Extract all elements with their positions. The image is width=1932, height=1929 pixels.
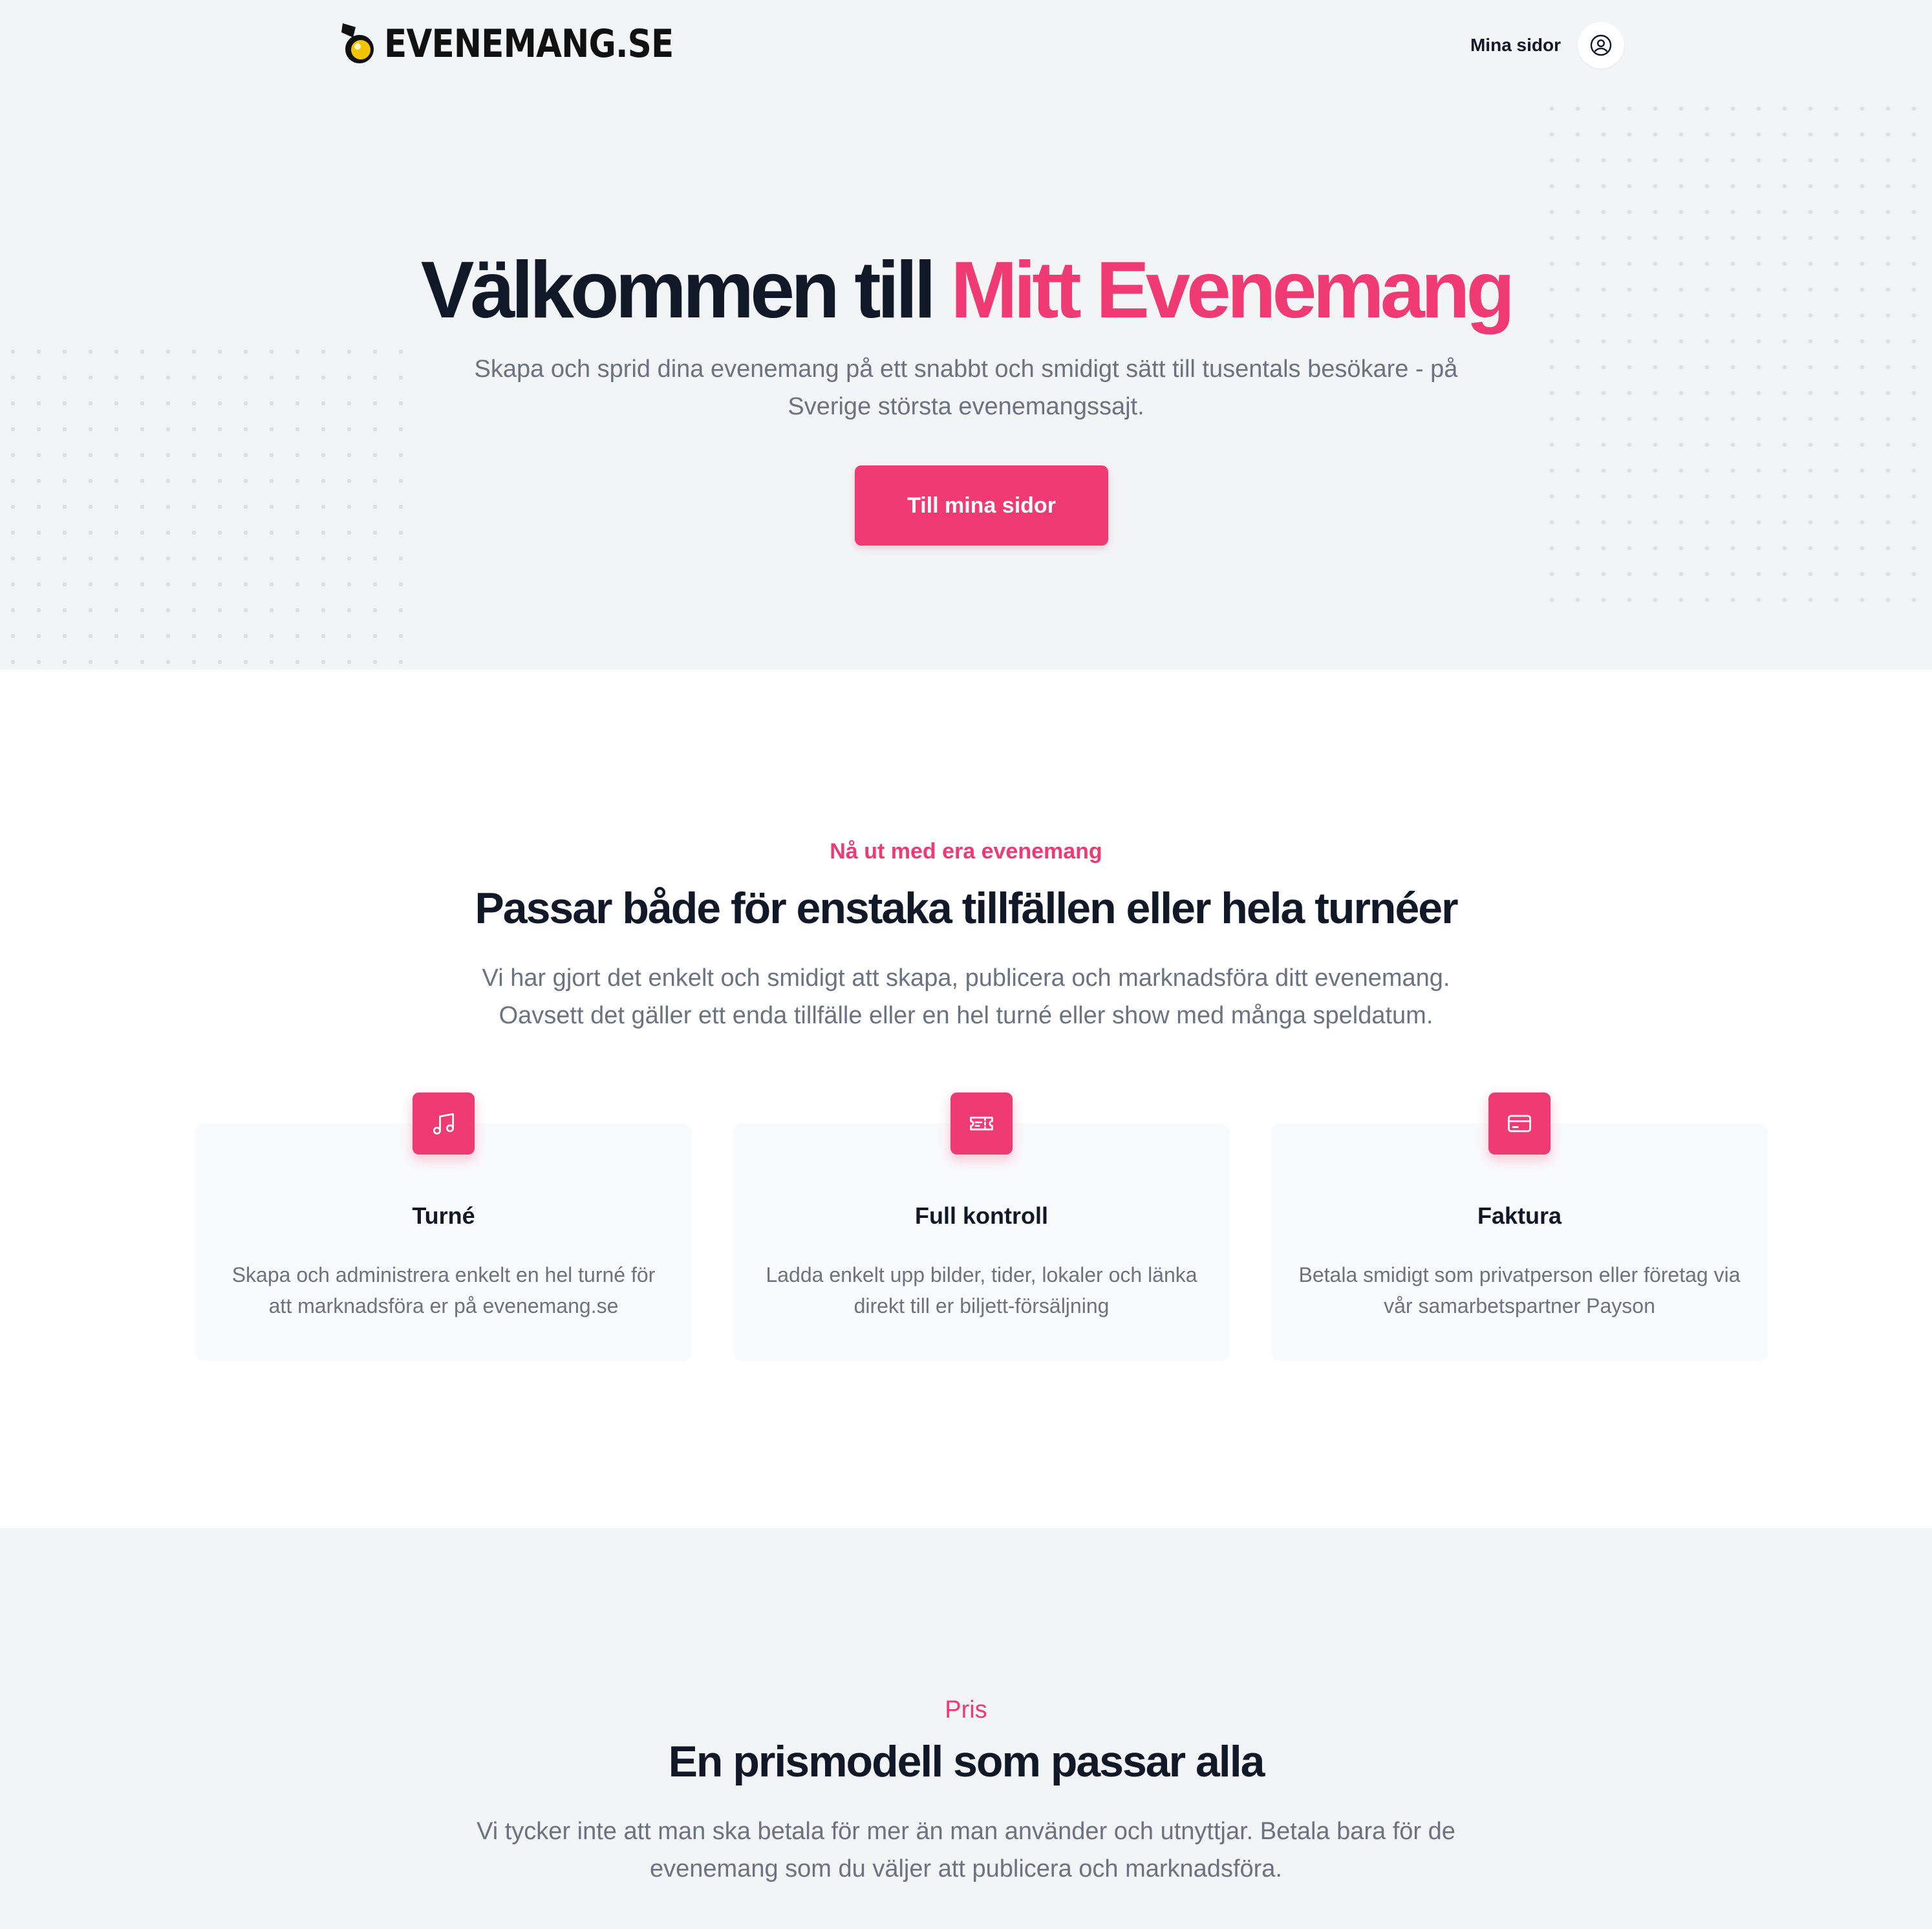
features-section: Nå ut med era evenemang Passar både för … [0,670,1932,1528]
music-note-icon [433,1113,455,1135]
feature-icon-box [1488,1092,1551,1155]
feature-card-text: Ladda enkelt upp bilder, tider, lokaler … [766,1263,1197,1317]
hero-subtitle: Skapa och sprid dina evenemang på ett sn… [474,356,1458,420]
pricing-eyebrow: Pris [945,1696,987,1723]
feature-card-turne: Turné Skapa och administrera enkelt en h… [195,1092,692,1361]
spotlight-logo-icon [341,23,374,63]
feature-icon-box [413,1092,475,1155]
feature-icon-box [950,1092,1013,1155]
feature-card-text: Skapa och administrera enkelt en hel tur… [231,1263,656,1317]
feature-card-faktura: Faktura Betala smidigt som privatperson … [1271,1092,1768,1361]
top-nav: Mina sidor [1470,22,1624,69]
features-subtitle: Vi har gjort det enkelt och smidigt att … [482,964,1450,1029]
dot-pattern-right [1539,96,1932,613]
ticket-icon [970,1116,993,1131]
feature-card-text: Betala smidigt som privatperson eller fö… [1298,1263,1741,1317]
feature-card-title: Full kontroll [915,1202,1048,1229]
user-circle-icon [1590,34,1612,56]
credit-card-icon [1508,1114,1531,1133]
hero-title-accent: Mitt Evenemang [950,246,1515,335]
pricing-title: En prismodell som passar alla [668,1737,1265,1786]
site-logo[interactable]: EVENEMANG.SE [339,18,720,70]
dot-pattern-left [0,339,420,670]
features-eyebrow: Nå ut med era evenemang [830,839,1102,864]
hero-title-prefix: Välkommen till [420,246,936,335]
features-title: Passar både för enstaka tillfällen eller… [475,884,1458,933]
pricing-section: Pris En prismodell som passar alla Vi ty… [0,1528,1932,1929]
hero-title: Välkommen till Mitt Evenemang [0,242,1932,339]
feature-card-title: Faktura [1477,1202,1562,1229]
user-avatar-button[interactable] [1578,22,1624,69]
logo-text: EVENEMANG.SE [384,21,674,67]
nav-link-mina-sidor[interactable]: Mina sidor [1470,35,1561,56]
pricing-subtitle: Vi tycker inte att man ska betala för me… [477,1818,1455,1882]
feature-card-full-kontroll: Full kontroll Ladda enkelt upp bilder, t… [733,1092,1230,1361]
till-mina-sidor-button[interactable]: Till mina sidor [855,465,1108,546]
feature-card-title: Turné [412,1202,475,1229]
hero-section: EVENEMANG.SE Mina sidor Välkommen till M… [0,0,1932,670]
